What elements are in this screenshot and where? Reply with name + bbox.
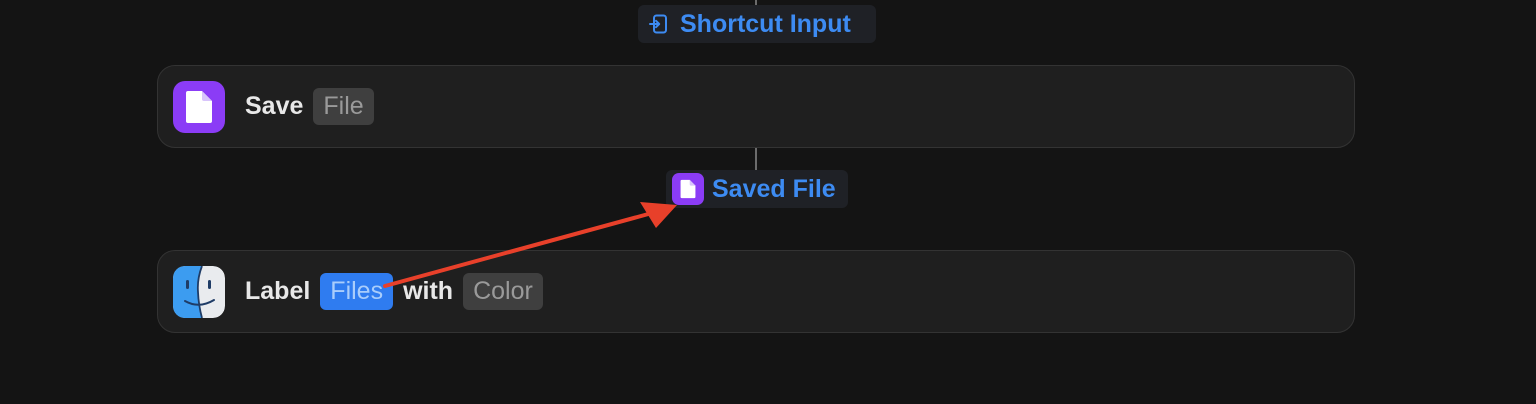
shortcut-input-icon bbox=[648, 13, 670, 35]
document-icon bbox=[672, 173, 704, 205]
flow-connector bbox=[755, 148, 757, 170]
document-icon bbox=[173, 80, 225, 133]
file-parameter-placeholder[interactable]: File bbox=[313, 88, 374, 125]
label-files-action[interactable]: Label Files with Color bbox=[157, 250, 1355, 333]
saved-file-label: Saved File bbox=[712, 174, 836, 203]
label-verb: Label bbox=[245, 277, 311, 305]
save-verb: Save bbox=[245, 92, 304, 120]
finder-icon bbox=[173, 265, 225, 318]
shortcut-input-output[interactable]: Shortcut Input bbox=[638, 5, 876, 43]
saved-file-output[interactable]: Saved File bbox=[666, 170, 848, 208]
with-connector-word: with bbox=[403, 277, 454, 305]
save-file-action[interactable]: Save File bbox=[157, 65, 1355, 148]
shortcut-input-label: Shortcut Input bbox=[680, 9, 851, 38]
files-variable-token[interactable]: Files bbox=[320, 273, 394, 310]
color-parameter-placeholder[interactable]: Color bbox=[463, 273, 543, 310]
shortcut-editor-canvas: Shortcut Input Save File Saved File Labe… bbox=[0, 0, 1536, 404]
